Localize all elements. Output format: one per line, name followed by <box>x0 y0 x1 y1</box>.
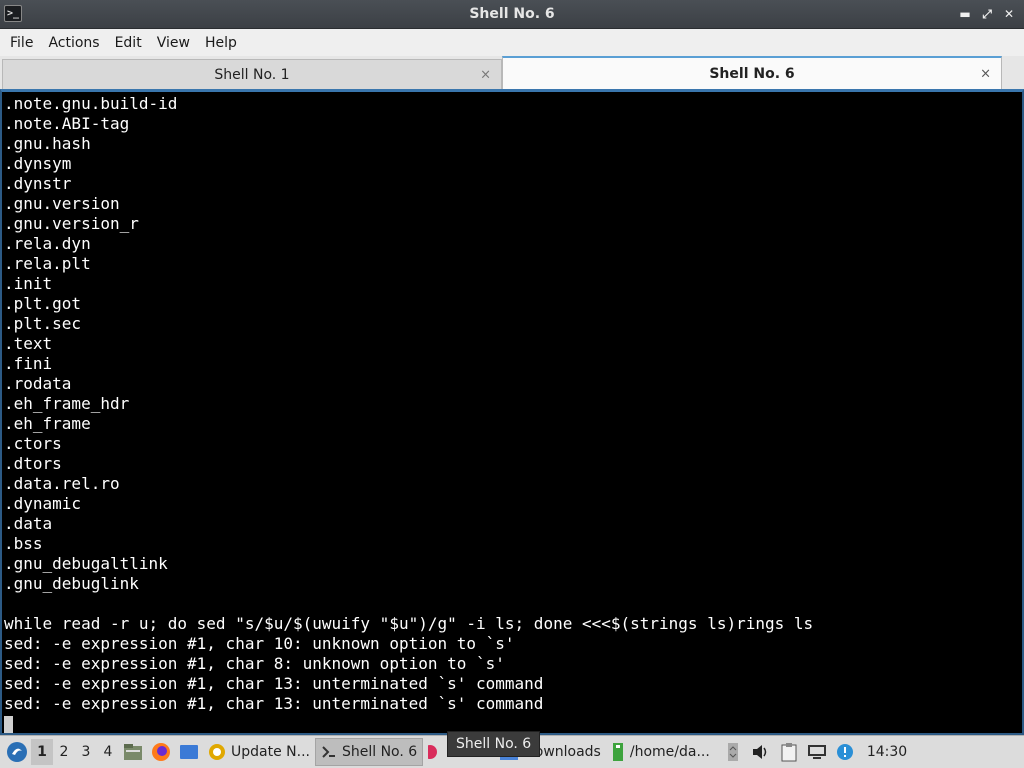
tab-label: Shell No. 6 <box>709 65 795 82</box>
terminal-line: .data.rel.ro <box>4 474 120 493</box>
terminal-line: sed: -e expression #1, char 10: unknown … <box>4 634 515 653</box>
terminal-line: .rela.plt <box>4 254 91 273</box>
terminal-line: sed: -e expression #1, char 8: unknown o… <box>4 654 505 673</box>
taskbar-tooltip: Shell No. 6 <box>447 731 541 757</box>
close-icon[interactable]: ✕ <box>1000 5 1018 23</box>
terminal-line: .note.gnu.build-id <box>4 94 178 113</box>
menu-help[interactable]: Help <box>199 35 243 51</box>
terminal-line: .fini <box>4 354 53 373</box>
terminal-icon <box>322 746 335 758</box>
terminal-line: .rela.dyn <box>4 234 91 253</box>
terminal-line: .note.ABI-tag <box>4 114 130 133</box>
terminal-line: .bss <box>4 534 43 553</box>
update-icon <box>209 744 225 760</box>
menu-actions[interactable]: Actions <box>42 35 105 51</box>
window-title: Shell No. 6 <box>469 6 555 22</box>
task-label: Shell No. 6 <box>341 744 418 760</box>
terminal-line: .plt.sec <box>4 314 82 333</box>
task-label: Update N... <box>231 744 310 760</box>
terminal-cursor <box>4 716 13 733</box>
restore-icon[interactable]: ⤢ <box>978 5 996 23</box>
terminal-line: .rodata <box>4 374 72 393</box>
terminal-line: .gnu.version <box>4 194 120 213</box>
notification-icon[interactable] <box>833 739 857 765</box>
terminal-line: .plt.got <box>4 294 82 313</box>
terminal-line: .dynsym <box>4 154 72 173</box>
desktop-2[interactable]: 2 <box>53 739 75 765</box>
start-menu-icon[interactable] <box>3 738 31 766</box>
task-home-terminal[interactable]: /home/da... <box>606 738 715 766</box>
terminal-line: sed: -e expression #1, char 13: untermin… <box>4 694 544 713</box>
terminal-line: .data <box>4 514 53 533</box>
terminal-green-icon <box>612 743 623 761</box>
tab-shell-6[interactable]: Shell No. 6 × <box>502 56 1002 89</box>
task-update-notifier[interactable]: Update N... <box>203 738 315 766</box>
scroll-indicator-icon[interactable] <box>721 739 745 765</box>
menu-view[interactable]: View <box>151 35 196 51</box>
terminal-line: .eh_frame_hdr <box>4 394 130 413</box>
menu-file[interactable]: File <box>4 35 39 51</box>
file-manager-icon[interactable] <box>121 739 145 765</box>
volume-icon[interactable] <box>749 739 773 765</box>
window-titlebar: >_ Shell No. 6 ▬ ⤢ ✕ <box>0 0 1024 29</box>
desktop-1[interactable]: 1 <box>31 739 53 765</box>
terminal-line: .gnu_debuglink <box>4 574 139 593</box>
terminal-line: sed: -e expression #1, char 13: untermin… <box>4 674 544 693</box>
tab-bar: Shell No. 1 × Shell No. 6 × <box>0 56 1024 89</box>
menu-edit[interactable]: Edit <box>109 35 148 51</box>
menu-bar: File Actions Edit View Help <box>0 29 1024 56</box>
clock[interactable]: 14:30 <box>867 744 907 760</box>
tab-close-icon[interactable]: × <box>480 67 491 82</box>
terminal-line: .dynamic <box>4 494 82 513</box>
desktop-show-icon[interactable] <box>177 739 201 765</box>
terminal-line: .text <box>4 334 53 353</box>
terminal-line: .gnu.version_r <box>4 214 139 233</box>
terminal-output[interactable]: .note.gnu.build-id .note.ABI-tag .gnu.hash… <box>0 89 1024 735</box>
terminal-line: .init <box>4 274 53 293</box>
firefox-icon <box>428 745 438 759</box>
terminal-line: .gnu_debugaltlink <box>4 554 168 573</box>
clipboard-icon[interactable] <box>777 739 801 765</box>
task-shell-6[interactable]: Shell No. 6 <box>314 738 424 766</box>
desktop-3[interactable]: 3 <box>75 739 97 765</box>
firefox-launcher-icon[interactable] <box>149 739 173 765</box>
terminal-line: while read -r u; do sed "s/$u/$(uwuify "… <box>4 614 814 633</box>
tab-close-icon[interactable]: × <box>980 66 991 81</box>
tab-label: Shell No. 1 <box>214 66 290 83</box>
terminal-line: .eh_frame <box>4 414 91 433</box>
terminal-line: .ctors <box>4 434 62 453</box>
terminal-line: .dynstr <box>4 174 72 193</box>
tab-shell-1[interactable]: Shell No. 1 × <box>2 59 502 89</box>
task-label: /home/da... <box>629 744 710 760</box>
desktop-4[interactable]: 4 <box>97 739 119 765</box>
network-icon[interactable] <box>805 739 829 765</box>
minimize-icon[interactable]: ▬ <box>956 5 974 23</box>
terminal-line: .gnu.hash <box>4 134 91 153</box>
terminal-line: .dtors <box>4 454 62 473</box>
